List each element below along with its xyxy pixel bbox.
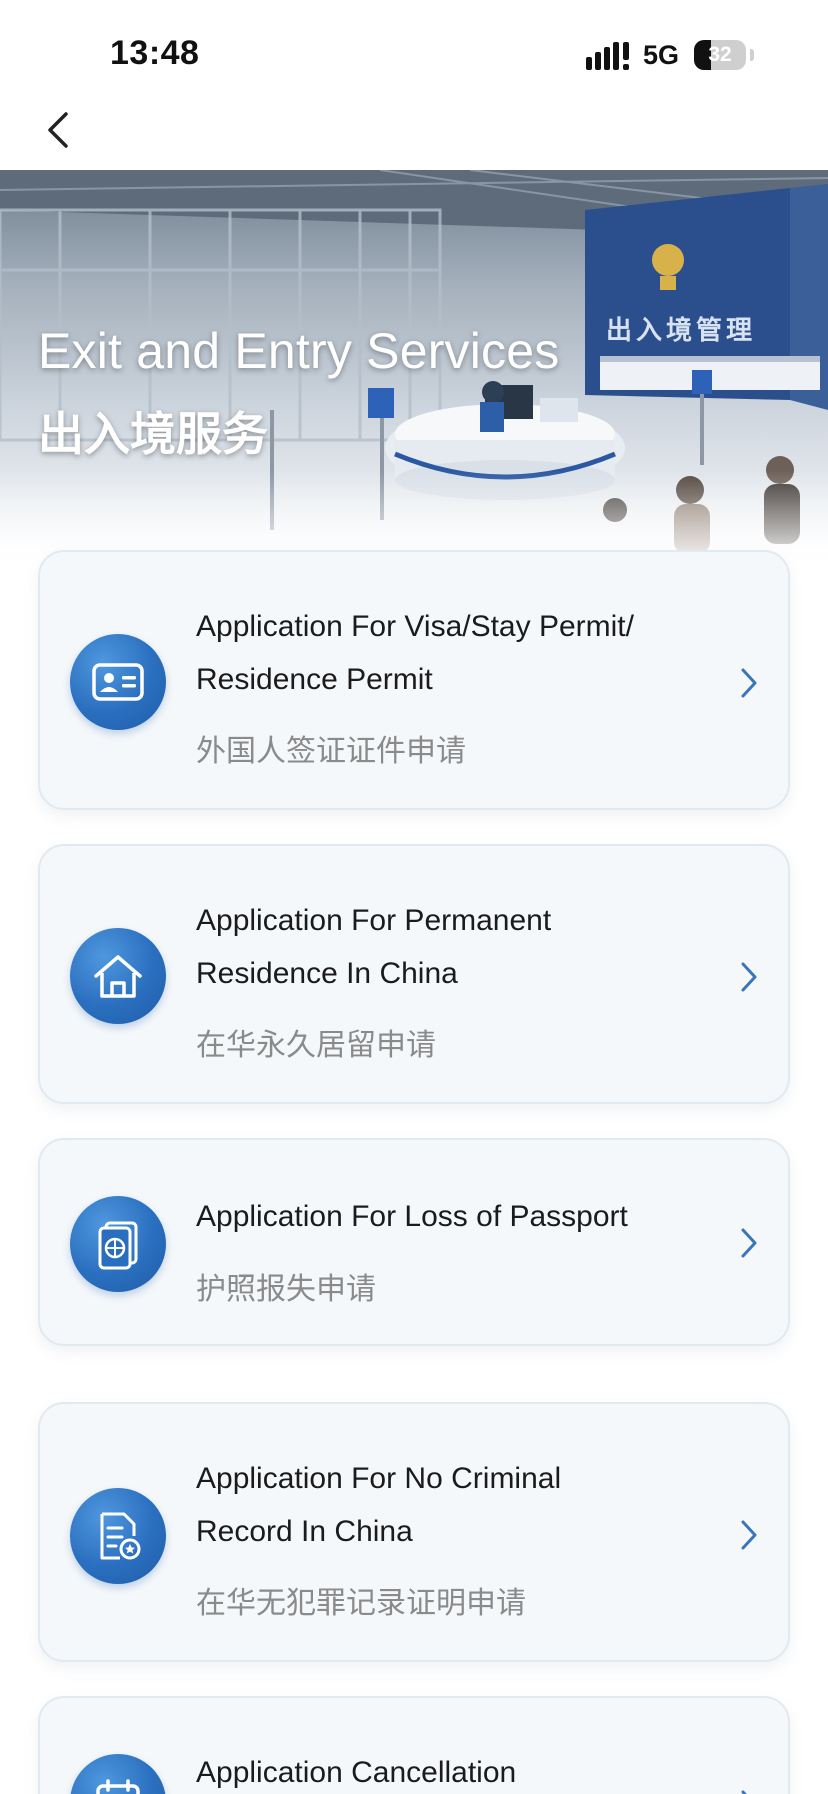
service-subtitle: 在华无犯罪记录证明申请	[196, 1587, 526, 1620]
certificate-document-icon	[70, 1488, 166, 1584]
battery-level: 32	[708, 43, 732, 66]
hero-banner: 出入境管理 Exit and Entry Services 出入境服务	[0, 170, 828, 570]
battery-icon: 32	[694, 40, 746, 70]
service-subtitle: 外国人签证证件申请	[196, 735, 466, 768]
service-title-line2: Residence Permit	[196, 663, 433, 696]
service-card-visa-permit[interactable]: Application For Visa/Stay Permit/ Reside…	[38, 550, 790, 810]
back-button[interactable]	[38, 102, 82, 158]
cellular-signal-icon	[586, 42, 629, 70]
chevron-right-icon	[741, 1228, 757, 1258]
service-subtitle: 在华永久居留申请	[196, 1029, 436, 1062]
service-title-line2: Residence In China	[196, 957, 458, 990]
calendar-icon	[70, 1754, 166, 1794]
page-title-zh: 出入境服务	[38, 408, 268, 460]
service-title-line2: Record In China	[196, 1515, 413, 1548]
status-time: 13:48	[110, 34, 200, 72]
service-title-line1: Application Cancellation	[196, 1756, 517, 1789]
service-card-no-criminal-record[interactable]: Application For No Criminal Record In Ch…	[38, 1402, 790, 1662]
chevron-right-icon	[741, 1790, 747, 1794]
service-title-line1: Application For No Criminal	[196, 1462, 562, 1495]
service-title-line1: Application For Permanent	[196, 904, 552, 937]
battery-tip	[750, 49, 754, 61]
passport-icon	[70, 1196, 166, 1292]
service-card-application-cancellation[interactable]: Application Cancellation	[38, 1696, 790, 1794]
id-card-icon	[70, 634, 166, 730]
chevron-right-icon	[741, 962, 757, 992]
chevron-right-icon	[741, 1520, 757, 1550]
service-subtitle: 护照报失申请	[196, 1273, 376, 1306]
page-title-en: Exit and Entry Services	[38, 323, 560, 379]
network-type: 5G	[643, 40, 680, 70]
house-icon	[70, 928, 166, 1024]
chevron-left-icon	[48, 112, 68, 148]
service-title-line1: Application For Loss of Passport	[196, 1200, 628, 1233]
chevron-right-icon	[741, 668, 757, 698]
service-card-loss-of-passport[interactable]: Application For Loss of Passport 护照报失申请	[38, 1138, 790, 1346]
service-title-line1: Application For Visa/Stay Permit/	[196, 610, 634, 643]
nav-bar	[0, 92, 828, 170]
service-card-permanent-residence[interactable]: Application For Permanent Residence In C…	[38, 844, 790, 1104]
hero-wall-sign: 出入境管理	[606, 315, 757, 345]
